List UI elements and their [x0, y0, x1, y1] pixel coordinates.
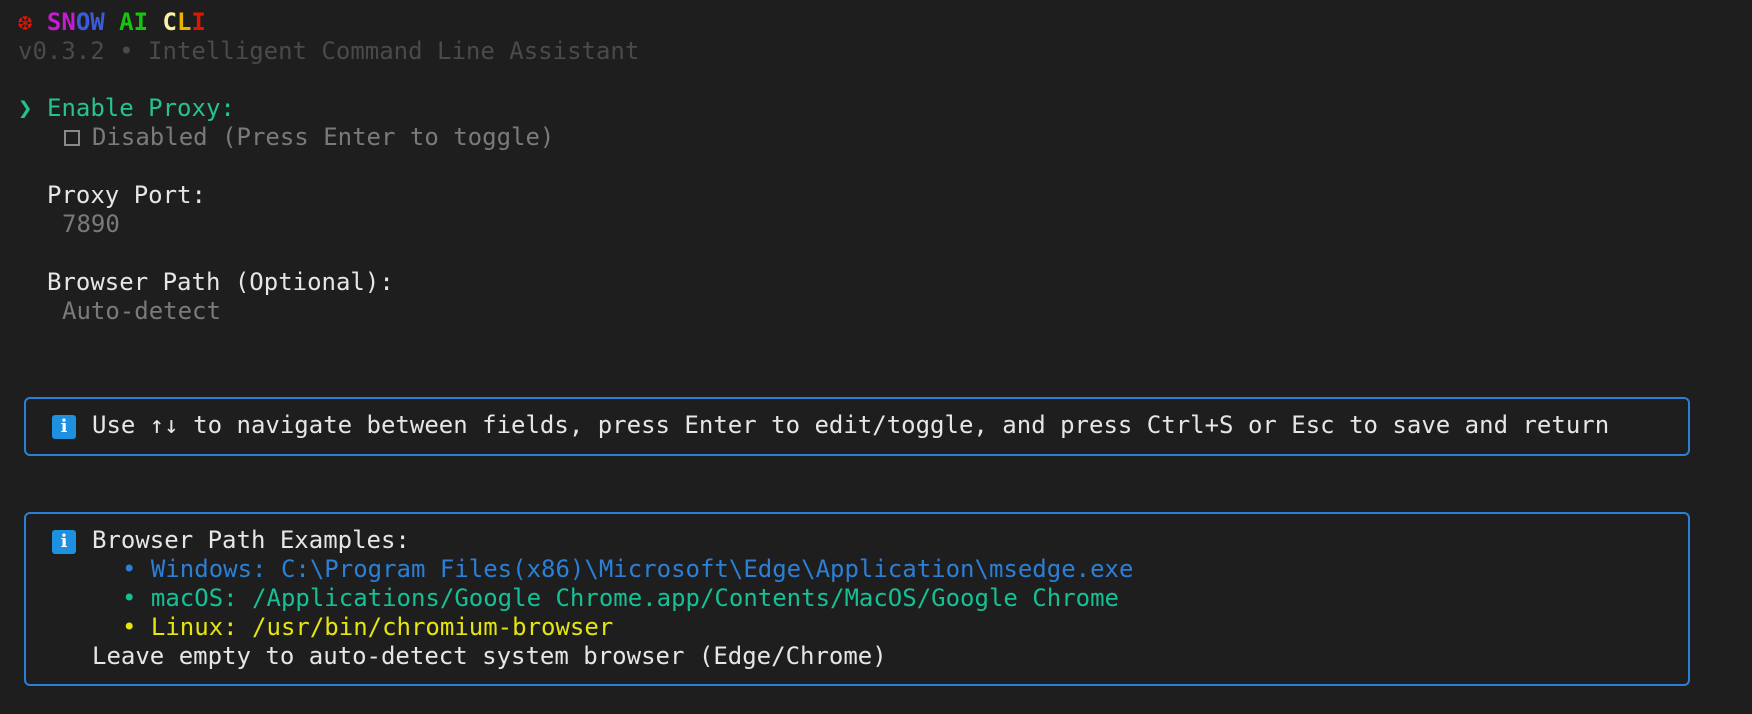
proxy-port-input[interactable]: 7890	[62, 210, 120, 239]
browser-path-label[interactable]: Browser Path (Optional):	[47, 268, 394, 297]
example-windows: • Windows: C:\Program Files(x86)\Microso…	[122, 555, 1134, 583]
enable-proxy-label[interactable]: Enable Proxy:	[47, 94, 235, 123]
examples-title: Browser Path Examples:	[92, 526, 410, 554]
app-title: ❆ SNOW AI CLI	[18, 8, 206, 36]
navigation-help-box: i Use ↑↓ to navigate between fields, pre…	[24, 397, 1690, 456]
enable-proxy-status: Disabled (Press Enter to toggle)	[92, 123, 555, 151]
selection-cursor-icon: ❯	[18, 94, 33, 122]
info-icon: i	[52, 415, 76, 439]
example-macos: • macOS: /Applications/Google Chrome.app…	[122, 584, 1119, 612]
browser-path-examples-box: i Browser Path Examples: • Windows: C:\P…	[24, 512, 1690, 686]
info-icon: i	[52, 530, 76, 554]
browser-path-input[interactable]: Auto-detect	[62, 297, 221, 326]
proxy-port-label[interactable]: Proxy Port:	[47, 181, 206, 210]
auto-detect-note: Leave empty to auto-detect system browse…	[92, 642, 887, 670]
navigation-help-text: Use ↑↓ to navigate between fields, press…	[92, 411, 1610, 439]
example-linux: • Linux: /usr/bin/chromium-browser	[122, 613, 614, 641]
snowflake-icon: ❆	[18, 8, 33, 36]
app-subtitle: v0.3.2 • Intelligent Command Line Assist…	[18, 37, 640, 65]
enable-proxy-checkbox[interactable]	[64, 130, 80, 146]
